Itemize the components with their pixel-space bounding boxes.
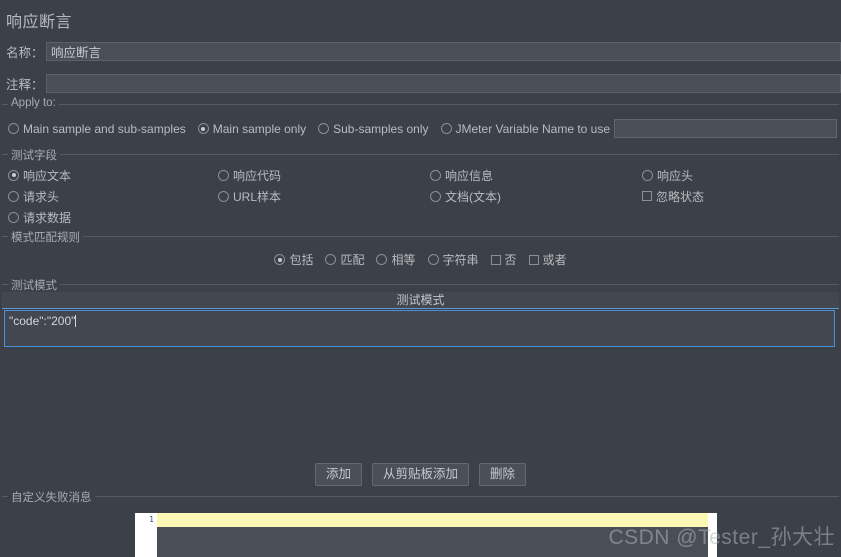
radio-icon — [376, 254, 388, 265]
failure-message-group: 自定义失败消息 1 — [2, 489, 839, 557]
option-label: 忽略状态 — [656, 189, 705, 204]
radio-icon-selected — [8, 169, 19, 181]
radio-icon — [318, 123, 330, 134]
radio-response-text[interactable]: 响应文本 — [8, 165, 71, 185]
comment-label: 注释： — [6, 77, 44, 92]
option-label: 匹配 — [340, 253, 365, 267]
radio-response-headers[interactable]: 响应头 — [642, 165, 693, 185]
add-from-clipboard-button[interactable]: 从剪贴板添加 — [371, 463, 469, 486]
option-label: URL样本 — [233, 189, 282, 204]
option-label: Main sample and sub-samples — [23, 121, 186, 136]
test-pattern-column-header: 测试模式 — [2, 292, 839, 309]
name-input[interactable] — [46, 41, 841, 61]
radio-contains[interactable]: 包括 — [274, 251, 313, 268]
failure-message-text-area[interactable] — [157, 513, 708, 557]
failure-message-legend: 自定义失败消息 — [8, 489, 95, 505]
radio-icon — [440, 123, 452, 134]
option-label: 响应头 — [657, 168, 694, 183]
checkbox-not[interactable]: 否 — [490, 251, 517, 268]
radio-matches[interactable]: 匹配 — [325, 251, 364, 268]
radio-jmeter-variable-name[interactable]: JMeter Variable Name to use — [440, 121, 611, 136]
pattern-rule-group: 模式匹配规则 包括 匹配 相等 字符串 否 或者 — [2, 229, 839, 278]
radio-icon-selected — [197, 123, 209, 134]
radio-main-sample-and-sub-samples[interactable]: Main sample and sub-samples — [8, 122, 186, 136]
apply-to-group: Apply to: Main sample and sub-samples Ma… — [2, 97, 839, 138]
option-label: Sub-samples only — [333, 121, 429, 136]
pattern-rule-legend: 模式匹配规则 — [8, 229, 83, 245]
radio-icon — [430, 169, 441, 181]
option-label: 请求头 — [23, 189, 60, 204]
test-pattern-editor[interactable]: "code":"200" — [4, 310, 835, 347]
test-field-legend: 测试字段 — [8, 147, 60, 163]
radio-request-data[interactable]: 请求数据 — [8, 207, 71, 227]
radio-icon — [642, 169, 653, 181]
radio-sub-samples-only[interactable]: Sub-samples only — [318, 121, 429, 136]
test-field-options: 响应文本 请求头 请求数据 响应代码 URL样本 响应信息 文档(文本) 响应头… — [2, 165, 839, 231]
radio-icon — [218, 169, 229, 181]
text-caret — [75, 315, 77, 327]
radio-icon — [430, 190, 441, 202]
page-title: 响应断言 — [6, 14, 73, 31]
checkbox-or[interactable]: 或者 — [528, 251, 567, 268]
radio-icon — [8, 190, 19, 202]
test-pattern-value: "code":"200" — [9, 314, 76, 328]
radio-document-text[interactable]: 文档(文本) — [430, 186, 501, 206]
line-number-gutter: 1 — [135, 513, 157, 557]
radio-icon — [8, 211, 19, 223]
test-pattern-legend: 测试模式 — [8, 277, 60, 293]
test-field-group: 测试字段 响应文本 请求头 请求数据 响应代码 URL样本 响应信息 文档(文本… — [2, 147, 839, 231]
apply-to-options: Main sample and sub-samples Main sample … — [8, 119, 837, 138]
comment-row: 注释： — [0, 72, 841, 94]
pattern-rule-options: 包括 匹配 相等 字符串 否 或者 — [2, 251, 839, 268]
radio-icon — [427, 254, 439, 265]
checkbox-icon — [528, 254, 539, 265]
checkbox-ignore-status[interactable]: 忽略状态 — [642, 186, 704, 206]
radio-request-header[interactable]: 请求头 — [8, 186, 59, 206]
jmeter-variable-name-input[interactable] — [614, 119, 837, 138]
option-label: 包括 — [289, 253, 314, 267]
delete-button[interactable]: 删除 — [479, 463, 527, 486]
radio-equals[interactable]: 相等 — [376, 251, 416, 268]
add-button[interactable]: 添加 — [314, 463, 362, 486]
radio-response-message[interactable]: 响应信息 — [430, 165, 493, 185]
option-label: 相等 — [391, 253, 416, 267]
radio-response-code[interactable]: 响应代码 — [218, 165, 281, 185]
radio-icon — [218, 190, 229, 202]
option-label: 字符串 — [442, 253, 479, 267]
option-label: 响应信息 — [445, 168, 494, 183]
test-pattern-group: 测试模式 测试模式 "code":"200" 添加 从剪贴板添加 删除 — [2, 277, 839, 486]
radio-icon-selected — [274, 254, 286, 265]
option-label: 响应文本 — [23, 168, 72, 183]
checkbox-icon — [642, 191, 652, 201]
option-label: JMeter Variable Name to use — [455, 121, 611, 136]
option-label: 文档(文本) — [445, 189, 501, 204]
radio-icon — [325, 254, 337, 265]
option-label: Main sample only — [212, 121, 307, 136]
name-label: 名称： — [6, 45, 44, 60]
failure-message-editor[interactable]: 1 — [135, 513, 717, 557]
checkbox-icon — [490, 254, 501, 265]
radio-substring[interactable]: 字符串 — [427, 251, 479, 268]
comment-input[interactable] — [46, 73, 841, 93]
radio-icon — [8, 123, 19, 134]
test-pattern-buttons: 添加 从剪贴板添加 删除 — [2, 463, 839, 486]
name-row: 名称： — [0, 40, 841, 62]
current-line-highlight — [157, 513, 708, 527]
vertical-scrollbar[interactable] — [708, 513, 717, 557]
option-label: 或者 — [542, 253, 567, 267]
option-label: 否 — [504, 253, 517, 267]
radio-main-sample-only[interactable]: Main sample only — [197, 121, 307, 136]
option-label: 响应代码 — [233, 168, 282, 183]
radio-url-sample[interactable]: URL样本 — [218, 186, 281, 206]
apply-to-legend: Apply to: — [8, 97, 59, 109]
option-label: 请求数据 — [23, 210, 72, 225]
